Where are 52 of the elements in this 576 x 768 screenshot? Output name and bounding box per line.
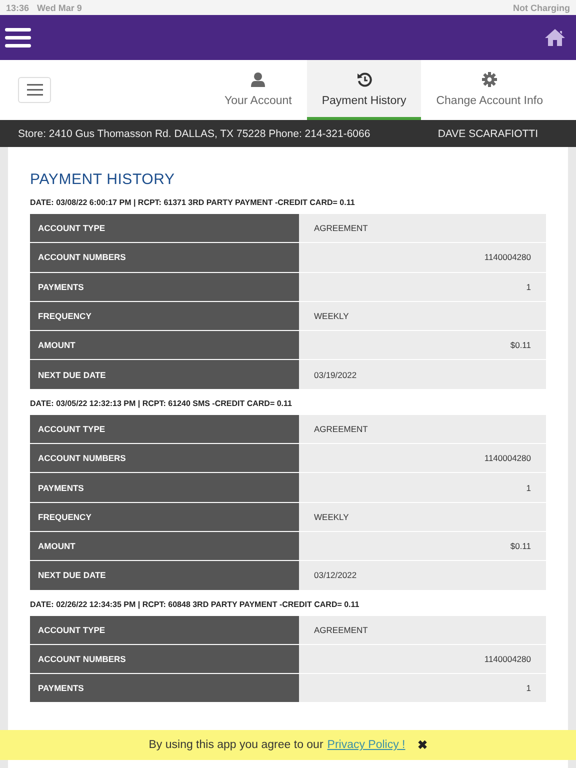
privacy-policy-link[interactable]: Privacy Policy ! xyxy=(327,739,406,751)
consent-text: By using this app you agree to our xyxy=(148,739,324,751)
field-label-cell: PAYMENTS xyxy=(30,473,299,502)
field-value-cell: 1140004280 xyxy=(299,243,546,272)
field-value-cell: WEEKLY xyxy=(299,302,546,330)
field-label-cell: NEXT DUE DATE xyxy=(30,561,299,590)
field-label-cell: AMOUNT xyxy=(30,331,299,360)
field-value-cell: 1 xyxy=(299,272,546,301)
field-label-cell: AMOUNT xyxy=(30,532,299,560)
field-label-cell: ACCOUNT TYPE xyxy=(30,414,299,444)
field-label-cell: ACCOUNT NUMBERS xyxy=(30,243,299,272)
field-value-cell: 03/19/2022 xyxy=(299,360,546,389)
page-title: PAYMENT HISTORY xyxy=(30,171,176,188)
home-button[interactable] xyxy=(544,28,566,47)
field-value-cell: 03/12/2022 xyxy=(299,561,546,590)
payment-heading: DATE: 03/05/22 12:32:13 PM | RCPT: 61240 SMS -CREDIT CARD= 0.11 xyxy=(30,398,293,408)
field-value-cell: $0.11 xyxy=(299,532,546,560)
payment-heading: DATE: 03/08/22 6:00:17 PM | RCPT: 61371 3RD PARTY PAYMENT -CREDIT CARD= 0.11 xyxy=(30,198,356,207)
field-value-cell: AGREEMENT xyxy=(299,414,546,444)
menu-icon xyxy=(5,26,31,48)
menu-icon xyxy=(26,84,42,96)
field-label-cell: ACCOUNT TYPE xyxy=(30,214,299,242)
status-date: Wed Mar 9 xyxy=(37,2,82,12)
field-label-cell: ACCOUNT NUMBERS xyxy=(30,644,299,674)
field-value-cell: WEEKLY xyxy=(299,502,546,531)
field-label-cell: PAYMENTS xyxy=(30,674,299,702)
field-label-cell: PAYMENTS xyxy=(30,272,299,301)
field-label-cell: NEXT DUE DATE xyxy=(30,360,299,389)
field-label-cell: FREQUENCY xyxy=(30,302,299,330)
menu-button[interactable] xyxy=(5,26,31,48)
field-value-cell: 1140004280 xyxy=(299,644,546,674)
status-time: 13:36 xyxy=(6,2,30,12)
battery-status: Not Charging xyxy=(513,2,570,12)
field-value-cell: 1140004280 xyxy=(299,444,546,472)
field-label-cell: ACCOUNT NUMBERS xyxy=(30,444,299,472)
close-button[interactable]: ✖ xyxy=(417,738,428,752)
field-label-cell: ACCOUNT TYPE xyxy=(30,616,299,644)
field-value-cell: AGREEMENT xyxy=(299,214,546,242)
history-icon xyxy=(356,72,372,87)
store-info: Store: 2410 Gus Thomasson Rd. DALLAS, TX 75228 Phone: 214-321-6066 xyxy=(18,128,370,140)
payment-heading: DATE: 02/26/22 12:34:35 PM | RCPT: 60848 3RD PARTY PAYMENT -CREDIT CARD= 0.11 xyxy=(30,600,360,609)
person-icon xyxy=(250,72,266,87)
customer-name: DAVE SCARAFIOTTI xyxy=(438,128,538,140)
menu-toggle-button[interactable] xyxy=(18,77,51,103)
field-value-cell: 1 xyxy=(299,674,546,702)
field-value-cell: AGREEMENT xyxy=(299,616,546,644)
home-icon xyxy=(544,28,566,47)
gear-icon xyxy=(482,72,498,87)
field-label-cell: FREQUENCY xyxy=(30,502,299,531)
nav-tab[interactable]: Payment History xyxy=(306,60,422,120)
field-value-cell: 1 xyxy=(299,473,546,502)
field-value-cell: $0.11 xyxy=(299,331,546,360)
